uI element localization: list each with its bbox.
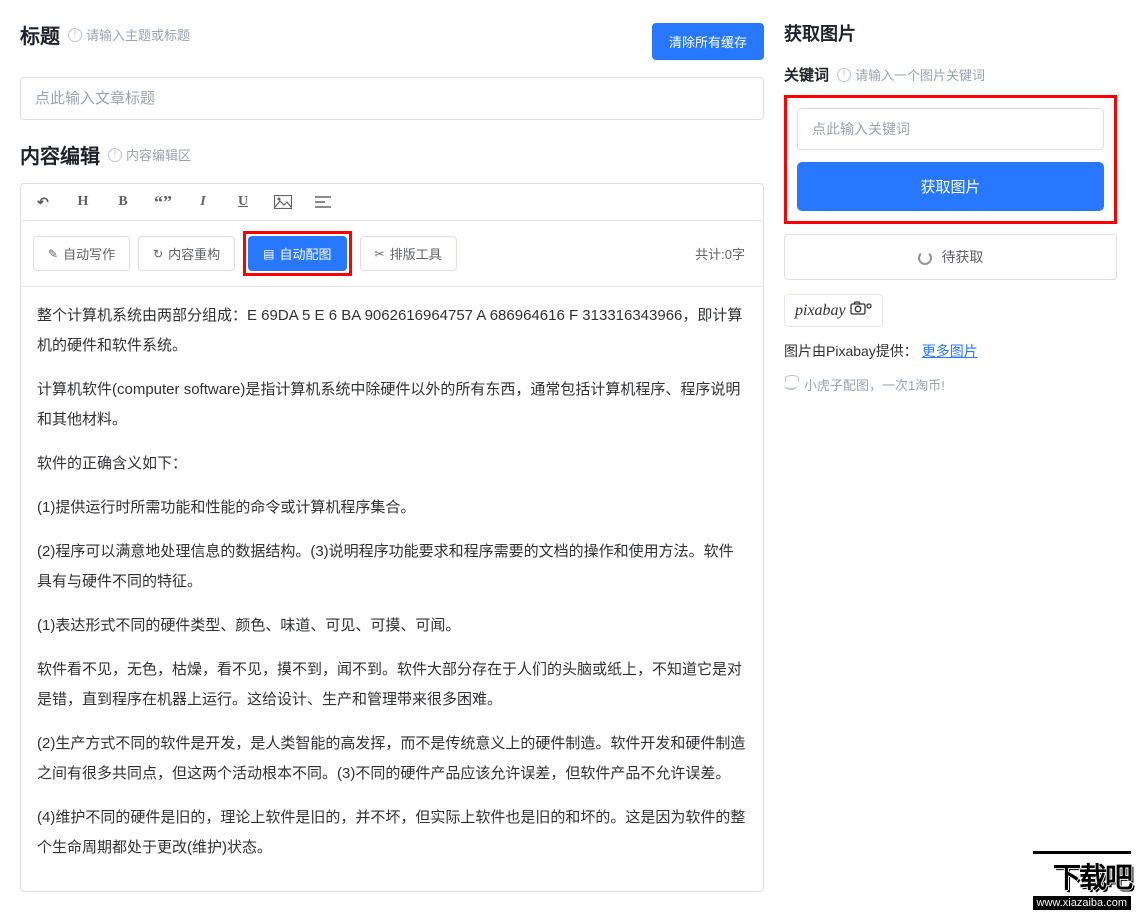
editor-hint: ! 内容编辑区 [108,145,191,164]
right-section-title: 获取图片 [784,20,1117,46]
highlight-auto-image: ▤ 自动配图 [243,231,351,276]
keyword-hint: ! 请输入一个图片关键词 [837,65,985,84]
align-icon[interactable] [313,192,333,212]
pixabay-logo: pixabay [784,294,883,327]
content-paragraph: (1)表达形式不同的硬件类型、颜色、味道、可见、可摸、可闻。 [37,611,747,641]
footer-note: 小虎子配图，一次1淘币! [784,375,1117,394]
keyword-input[interactable] [797,108,1104,150]
underline-icon[interactable]: U [233,192,253,212]
info-icon: ! [837,68,851,82]
article-title-input[interactable] [20,77,764,120]
highlight-keyword-box: 获取图片 [784,95,1117,224]
watermark-url: www.xiazaiba.com [1033,896,1131,910]
quote-icon[interactable]: “” [153,192,173,212]
layout-tools-button[interactable]: ✂ 排版工具 [360,236,457,271]
layout-icon: ✂ [375,247,385,261]
content-paragraph: 计算机软件(computer software)是指计算机系统中除硬件以外的所有… [37,375,747,435]
action-toolbar: ✎ 自动写作 ↻ 内容重构 ▤ 自动配图 ✂ [21,221,763,287]
content-paragraph: (2)程序可以满意地处理信息的数据结构。(3)说明程序功能要求和程序需要的文档的… [37,537,747,597]
fetch-images-button[interactable]: 获取图片 [797,162,1104,211]
image-fetch-panel: 获取图片 关键词 ! 请输入一个图片关键词 获取图片 待获取 pixabay 图… [772,0,1137,912]
undo-icon[interactable]: ↶ [33,192,53,212]
char-count: 共计:0字 [695,244,745,263]
content-paragraph: 软件的正确含义如下： [37,449,747,479]
bold-icon[interactable]: B [113,192,133,212]
content-paragraph: 软件看不见，无色，枯燥，看不见，摸不到，闻不到。软件大部分存在于人们的头脑或纸上… [37,655,747,715]
heading-icon[interactable]: H [73,192,93,212]
restructure-button[interactable]: ↻ 内容重构 [138,236,235,271]
pending-status: 待获取 [784,234,1117,280]
main-editor-panel: 标题 ! 请输入主题或标题 清除所有缓存 内容编辑 ! 内容编辑区 ↶ [0,0,772,912]
title-section-label: 标题 [20,20,60,49]
refresh-icon: ↻ [153,247,163,261]
auto-image-button[interactable]: ▤ 自动配图 [248,236,346,271]
more-images-link[interactable]: 更多图片 [922,343,978,359]
pencil-icon: ✎ [48,247,58,261]
format-toolbar: ↶ H B “” I U [21,184,763,221]
content-editor[interactable]: 整个计算机系统由两部分组成：E 69DA 5 E 6 BA 9062616964… [21,287,763,891]
editor-section-label: 内容编辑 [20,140,100,169]
loading-icon [918,251,932,265]
content-paragraph: (1)提供运行时所需功能和性能的命令或计算机程序集合。 [37,493,747,523]
title-hint: ! 请输入主题或标题 [68,25,190,44]
keyword-label: 关键词 [784,64,829,85]
info-icon: ! [68,28,82,42]
info-icon: ! [108,148,122,162]
content-paragraph: (4)维护不同的硬件是旧的，理论上软件是旧的，并不坏，但实际上软件也是旧的和坏的… [37,803,747,863]
image-credit: 图片由Pixabay提供： 更多图片 [784,341,1117,361]
image-match-icon: ▤ [263,247,274,261]
auto-write-button[interactable]: ✎ 自动写作 [33,236,130,271]
camera-icon [850,301,872,320]
clear-cache-button[interactable]: 清除所有缓存 [652,23,764,60]
content-paragraph: (2)生产方式不同的软件是开发，是人类智能的高发挥，而不是传统意义上的硬件制造。… [37,729,747,789]
coin-icon [784,380,798,390]
editor-container: ↶ H B “” I U ✎ 自动写作 [20,183,764,892]
watermark-text: 下载吧 [1033,851,1131,896]
italic-icon[interactable]: I [193,192,213,212]
content-paragraph: 整个计算机系统由两部分组成：E 69DA 5 E 6 BA 9062616964… [37,301,747,361]
image-icon[interactable] [273,192,293,212]
